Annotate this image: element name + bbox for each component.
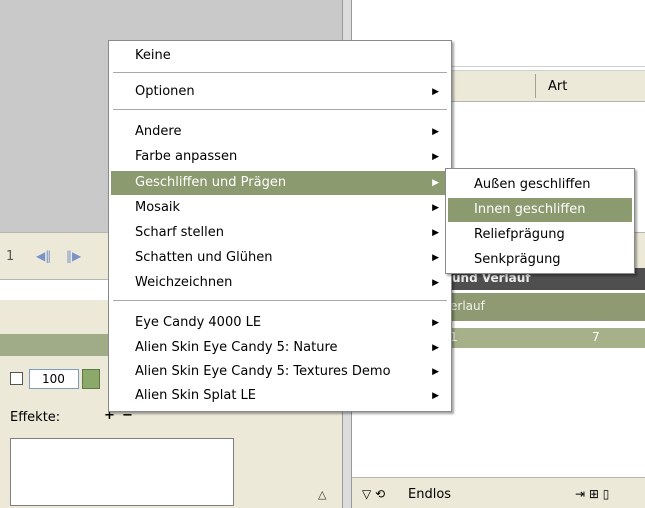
menu-item-label: Optionen bbox=[135, 84, 195, 99]
menu-item-geschliffen-und-praegen[interactable]: Geschliffen und Prägen ▶ bbox=[111, 171, 449, 195]
submenu-arrow-icon: ▶ bbox=[432, 152, 439, 162]
submenu-item-label: Innen geschliffen bbox=[474, 202, 586, 217]
geschliffen-submenu: Außen geschliffen Innen geschliffen Reli… bbox=[445, 168, 635, 274]
submenu-arrow-icon: ▶ bbox=[432, 318, 439, 328]
collapse-triangle-icon[interactable]: △ bbox=[318, 488, 326, 501]
menu-item-label: Keine bbox=[135, 48, 171, 63]
menu-item-mosaik[interactable]: Mosaik ▶ bbox=[111, 196, 449, 220]
verlauf-row-right: 7 bbox=[592, 330, 600, 344]
frame-number: 1 bbox=[6, 249, 15, 264]
menu-separator bbox=[113, 109, 447, 111]
menu-item-label: Mosaik bbox=[135, 200, 181, 215]
column-header-art[interactable]: Art bbox=[548, 79, 567, 94]
submenu-arrow-icon: ▶ bbox=[432, 278, 439, 288]
loop-mode-label[interactable]: Endlos bbox=[408, 487, 451, 502]
menu-item-label: Farbe anpassen bbox=[135, 149, 238, 164]
submenu-arrow-icon: ▶ bbox=[432, 253, 439, 263]
submenu-item-label: Reliefprägung bbox=[474, 227, 565, 242]
menu-item-label: Schatten und Glühen bbox=[135, 250, 273, 265]
menu-item-label: Geschliffen und Prägen bbox=[135, 175, 287, 190]
frame-tools-icon[interactable]: ⇥ ⊞ ▯ bbox=[575, 487, 609, 501]
submenu-item-innen-geschliffen[interactable]: Innen geschliffen bbox=[448, 198, 632, 222]
submenu-arrow-icon: ▶ bbox=[432, 367, 439, 377]
menu-item-andere[interactable]: Andere ▶ bbox=[111, 120, 449, 144]
menu-item-label: Scharf stellen bbox=[135, 225, 224, 240]
submenu-item-aussen-geschliffen[interactable]: Außen geschliffen bbox=[448, 173, 632, 197]
menu-item-label: Eye Candy 4000 LE bbox=[135, 315, 262, 330]
menu-item-label: Andere bbox=[135, 124, 182, 139]
menu-item-label: Alien Skin Eye Candy 5: Textures Demo bbox=[135, 364, 391, 379]
column-separator[interactable] bbox=[535, 74, 536, 98]
submenu-item-label: Senkprägung bbox=[474, 252, 561, 267]
effects-context-menu: Keine Optionen ▶ Andere ▶ Farbe anpassen… bbox=[108, 40, 452, 412]
loop-icon[interactable]: ▽ ⟲ bbox=[362, 487, 385, 501]
submenu-arrow-icon: ▶ bbox=[432, 391, 439, 401]
zoom-input[interactable]: 100 bbox=[29, 369, 79, 389]
menu-item-optionen[interactable]: Optionen ▶ bbox=[111, 80, 449, 104]
menu-item-eye-candy-5-textures[interactable]: Alien Skin Eye Candy 5: Textures Demo ▶ bbox=[111, 360, 449, 384]
menu-separator bbox=[113, 300, 447, 302]
menu-item-scharf-stellen[interactable]: Scharf stellen ▶ bbox=[111, 221, 449, 245]
submenu-arrow-icon: ▶ bbox=[432, 203, 439, 213]
menu-item-eye-candy-4000[interactable]: Eye Candy 4000 LE ▶ bbox=[111, 311, 449, 335]
verlauf-tab[interactable]: erlauf bbox=[440, 293, 645, 321]
menu-item-farbe-anpassen[interactable]: Farbe anpassen ▶ bbox=[111, 145, 449, 169]
submenu-arrow-icon: ▶ bbox=[432, 127, 439, 137]
menu-item-label: Alien Skin Splat LE bbox=[135, 388, 257, 403]
menu-item-label: Alien Skin Eye Candy 5: Nature bbox=[135, 340, 338, 355]
submenu-arrow-icon: ▶ bbox=[432, 343, 439, 353]
menu-item-eye-candy-5-nature[interactable]: Alien Skin Eye Candy 5: Nature ▶ bbox=[111, 336, 449, 360]
effects-label: Effekte: bbox=[10, 410, 61, 425]
submenu-arrow-icon: ▶ bbox=[432, 87, 439, 97]
menu-separator bbox=[113, 72, 447, 74]
zoom-icon bbox=[10, 372, 23, 385]
menu-item-keine[interactable]: Keine bbox=[111, 44, 449, 68]
submenu-arrow-icon: ▶ bbox=[432, 178, 439, 188]
submenu-item-senkpraegung[interactable]: Senkprägung bbox=[448, 248, 632, 272]
previous-frame-icon[interactable]: ◀‖ bbox=[36, 249, 51, 263]
zoom-dropdown-button[interactable] bbox=[82, 369, 100, 389]
submenu-item-reliefpraegung[interactable]: Reliefprägung bbox=[448, 223, 632, 247]
submenu-item-label: Außen geschliffen bbox=[474, 177, 591, 192]
menu-item-weichzeichnen[interactable]: Weichzeichnen ▶ bbox=[111, 271, 449, 295]
next-frame-icon[interactable]: ‖▶ bbox=[66, 249, 81, 263]
menu-item-label: Weichzeichnen bbox=[135, 275, 233, 290]
menu-item-schatten-und-gluehen[interactable]: Schatten und Glühen ▶ bbox=[111, 246, 449, 270]
submenu-arrow-icon: ▶ bbox=[432, 228, 439, 238]
verlauf-label: erlauf bbox=[450, 299, 485, 313]
zoom-value: 100 bbox=[42, 372, 65, 386]
menu-item-splat-le[interactable]: Alien Skin Splat LE ▶ bbox=[111, 384, 449, 408]
effects-list[interactable] bbox=[10, 438, 234, 506]
verlauf-row[interactable]: 1 7 bbox=[440, 328, 645, 348]
